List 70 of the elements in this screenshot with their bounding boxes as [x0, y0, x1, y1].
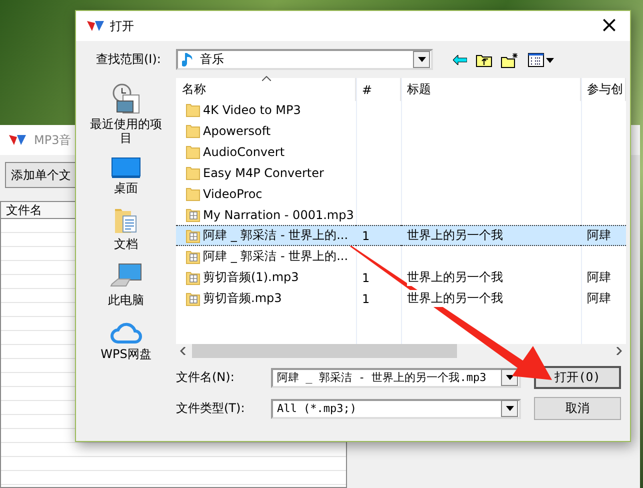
file-name-field[interactable]: 阿肆 _ 郭采洁 - 世界上的另一个我.mp3: [271, 368, 521, 388]
file-name: Apowersoft: [203, 124, 271, 138]
file-type-dropdown[interactable]: All (*.mp3;): [271, 398, 521, 418]
audio-file-icon: [186, 270, 200, 284]
open-button[interactable]: 打开(O): [534, 366, 621, 389]
column-header[interactable]: #: [356, 78, 401, 101]
logo-icon: [86, 19, 106, 33]
file-type-label: 文件类型(T):: [176, 400, 246, 417]
desktop-icon: [111, 157, 141, 179]
file-row[interactable]: 阿肆 _ 郭采洁 - 世界上的...: [176, 246, 626, 267]
window-title: MP3音: [34, 132, 72, 148]
table-cell: 世界上的另一个我: [407, 290, 503, 307]
column-header[interactable]: 名称: [176, 78, 356, 101]
look-in-dropdown[interactable]: 音乐: [176, 49, 433, 70]
scroll-right-icon[interactable]: [616, 347, 622, 355]
file-row[interactable]: Apowersoft: [176, 120, 626, 141]
scroll-left-icon[interactable]: [180, 347, 186, 355]
file-row[interactable]: 4K Video to MP3: [176, 99, 626, 120]
column-header[interactable]: 参与创: [581, 78, 626, 101]
column-header[interactable]: 文件名: [1, 202, 42, 218]
file-row[interactable]: 剪切音频.mp3 1 世界上的另一个我 阿肆: [176, 288, 626, 309]
audio-file-icon: [186, 292, 200, 306]
file-row[interactable]: 阿肆 _ 郭采洁 - 世界上的... 1 世界上的另一个我 阿肆: [176, 225, 626, 246]
folder-icon: [186, 102, 200, 116]
folder-icon: [186, 124, 200, 138]
table-cell: 阿肆: [587, 227, 611, 244]
dialog-title: 打开: [110, 18, 134, 34]
audio-file-icon: [186, 208, 200, 222]
file-name: VideoProc: [203, 186, 262, 200]
place-item[interactable]: 此电脑: [86, 261, 166, 309]
file-name: 阿肆 _ 郭采洁 - 世界上的...: [203, 227, 348, 244]
file-name: 剪切音频.mp3: [203, 290, 282, 307]
view-menu-icon[interactable]: [528, 52, 555, 66]
folder-icon: [186, 144, 200, 158]
file-name: AudioConvert: [203, 144, 285, 158]
file-row[interactable]: My Narration - 0001.mp3: [176, 204, 626, 225]
file-name: 剪切音频(1).mp3: [203, 269, 299, 286]
audio-file-icon: [186, 250, 200, 264]
place-item[interactable]: WPS网盘: [86, 317, 166, 363]
back-arrow-icon[interactable]: [453, 54, 467, 64]
file-row[interactable]: VideoProc: [176, 183, 626, 204]
table-cell: 阿肆: [587, 269, 611, 286]
look-in-label: 查找范围(I):: [96, 51, 162, 68]
file-name: My Narration - 0001.mp3: [203, 208, 354, 222]
column-header[interactable]: 标题: [401, 78, 581, 101]
logo-icon: [8, 133, 28, 147]
recent-items-icon: [111, 83, 141, 115]
place-item[interactable]: 最近使用的项目: [86, 81, 166, 147]
audio-file-icon: [186, 228, 200, 242]
table-cell: 1: [362, 270, 370, 284]
table-cell: 世界上的另一个我: [407, 269, 503, 286]
file-row[interactable]: 剪切音频(1).mp3 1 世界上的另一个我 阿肆: [176, 267, 626, 288]
table-cell: 1: [362, 292, 370, 306]
close-button[interactable]: ×: [594, 13, 624, 39]
sort-caret-icon: [262, 76, 271, 81]
file-row[interactable]: AudioConvert: [176, 141, 626, 162]
file-name: 阿肆 _ 郭采洁 - 世界上的...: [203, 248, 348, 265]
documents-folder-icon: [114, 207, 138, 235]
file-name: Easy M4P Converter: [203, 166, 324, 180]
up-folder-icon[interactable]: [476, 52, 492, 66]
file-name: 4K Video to MP3: [203, 102, 301, 116]
file-row[interactable]: Easy M4P Converter: [176, 162, 626, 183]
music-note-icon: [182, 52, 194, 68]
place-item[interactable]: 文档: [86, 205, 166, 253]
cancel-button[interactable]: 取消: [534, 397, 621, 420]
table-cell: 1: [362, 228, 370, 242]
folder-icon: [186, 166, 200, 180]
new-folder-icon[interactable]: [501, 52, 519, 68]
file-name-label: 文件名(N):: [176, 369, 236, 386]
table-cell: 阿肆: [587, 290, 611, 307]
